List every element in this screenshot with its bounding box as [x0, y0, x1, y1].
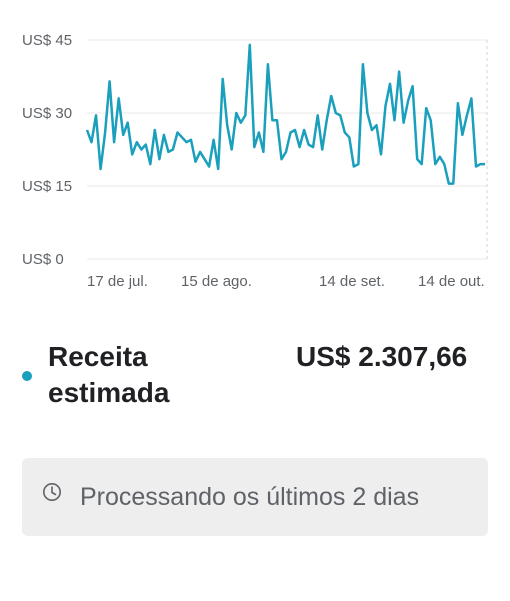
metric-value: US$ 2.307,66	[296, 341, 468, 372]
y-tick-label: US$ 30	[22, 105, 72, 122]
y-tick-label: US$ 0	[22, 251, 64, 268]
clock-icon	[43, 483, 61, 501]
metric-label: Receita estimada	[48, 341, 170, 408]
x-tick-label: 14 de set.	[319, 273, 385, 290]
x-tick-label: 17 de jul.	[87, 273, 148, 290]
x-tick-label: 14 de out.	[418, 273, 485, 290]
y-tick-label: US$ 45	[22, 32, 72, 49]
y-axis-labels: US$ 45 US$ 30 US$ 15 US$ 0	[22, 32, 72, 268]
revenue-line-chart: US$ 45 US$ 30 US$ 15 US$ 0 17 de jul. 15 de …	[22, 32, 488, 290]
x-tick-label: 15 de ago.	[181, 273, 252, 290]
revenue-series-line	[85, 43, 485, 185]
processing-status-text: Processando os últimos 2 dias	[80, 483, 420, 511]
estimated-revenue-metric: Receita estimada US$ 2.307,66	[0, 335, 510, 425]
x-axis-labels: 17 de jul. 15 de ago. 14 de set. 14 de out.	[87, 273, 485, 290]
series-legend-dot	[22, 371, 32, 381]
y-tick-label: US$ 15	[22, 178, 72, 195]
processing-status-banner: Processando os últimos 2 dias	[22, 458, 488, 536]
